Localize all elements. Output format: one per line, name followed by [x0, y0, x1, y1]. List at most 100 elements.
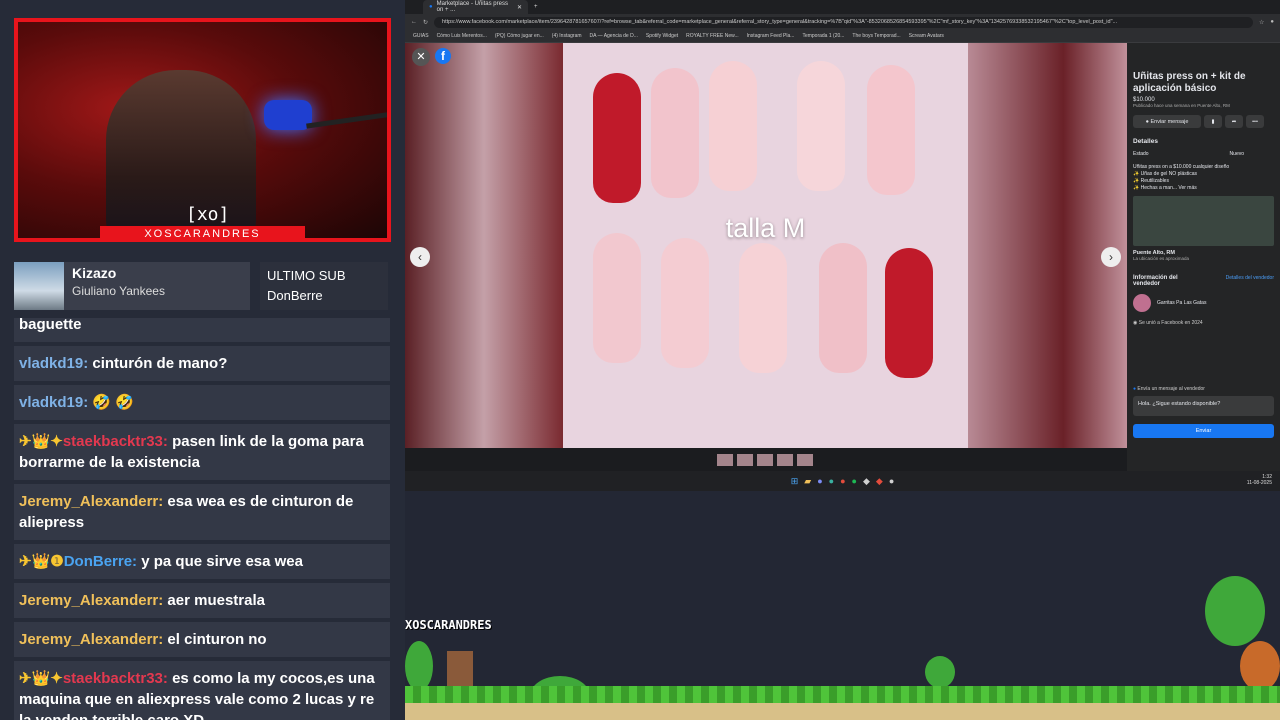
alert-thumbnail	[14, 262, 64, 310]
chat-text: baguette	[19, 318, 82, 333]
back-icon[interactable]: ←	[411, 19, 417, 25]
close-icon[interactable]: ✕	[517, 4, 522, 11]
seller-details-link[interactable]: Detalles del vendedor	[1226, 275, 1274, 287]
save-button[interactable]: ▮	[1204, 115, 1222, 128]
webcam-feed: [xo]	[14, 18, 391, 242]
taskbar: ⊞ ▰ ● ● ● ● ◆ ◆ ● 1:32 11-08-2025	[405, 471, 1280, 491]
nail	[819, 243, 867, 373]
discord-icon[interactable]: ●	[817, 476, 822, 486]
nail	[797, 61, 845, 191]
nail	[739, 243, 787, 373]
send-message-button[interactable]: ● Enviar mensaje	[1133, 115, 1201, 128]
previous-photo-button[interactable]: ‹	[410, 247, 430, 267]
thumbnail[interactable]	[757, 454, 773, 466]
photo-viewer: talla M ✕ f ‹ ›	[405, 43, 1127, 471]
address-bar[interactable]: https://www.facebook.com/marketplace/ite…	[434, 16, 1253, 28]
clock-date: 11-08-2025	[1246, 480, 1272, 486]
profile-icon[interactable]: ●	[1270, 19, 1274, 25]
chat-user: Jeremy_Alexanderr:	[19, 592, 164, 609]
bookmark[interactable]: The boys Temporad...	[852, 33, 900, 39]
reload-icon[interactable]: ↻	[423, 19, 428, 26]
listing-title: Uñitas press on + kit de aplicación bási…	[1133, 71, 1246, 94]
system-clock[interactable]: 1:32 11-08-2025	[1247, 474, 1272, 486]
seller-header: Información del vendedor Detalles del ve…	[1133, 275, 1274, 287]
seller-row[interactable]: Garritas Pa Las Gatas	[1133, 294, 1274, 312]
desc-line[interactable]: ✨ Hechas a man... Ver más	[1133, 185, 1274, 192]
bookmark[interactable]: Temporada 1 (20...	[802, 33, 844, 39]
tab-marketplace[interactable]: ● Marketplace - Uñitas press on + ... ✕	[423, 0, 528, 14]
message-input[interactable]: Hola. ¿Sigue estando disponible?	[1133, 396, 1274, 416]
chat-text: cinturón de mano?	[88, 355, 228, 372]
address-row: ← ↻ https://www.facebook.com/marketplace…	[405, 14, 1280, 30]
bookmark[interactable]: Instagram Feed Pla...	[747, 33, 795, 39]
listing-details-panel: Uñitas press on + kit de aplicación bási…	[1127, 43, 1280, 471]
chat-user: staekbacktr33:	[62, 670, 168, 687]
browser-window: ● Marketplace - Uñitas press on + ... ✕ + …	[405, 0, 1280, 491]
chat-message: Jeremy_Alexanderr: esa wea es de cinturo…	[14, 484, 390, 540]
chat-badges: ✈👑✦	[19, 433, 63, 450]
facebook-logo-icon[interactable]: f	[435, 48, 451, 64]
game-scene: XOSCARANDRES	[405, 491, 1280, 720]
obs-icon[interactable]: ●	[889, 476, 894, 486]
player-character	[447, 651, 473, 687]
app-icon[interactable]: ◆	[863, 476, 870, 487]
nail	[709, 61, 757, 191]
chat-message: Jeremy_Alexanderr: el cinturon no	[14, 622, 390, 657]
chat-text: el cinturon no	[163, 631, 267, 648]
seller-avatar[interactable]	[1133, 294, 1151, 312]
condition-value: Nuevo	[1229, 151, 1244, 157]
details-heading: Detalles	[1133, 138, 1158, 145]
bookmark[interactable]: Scream Avatars	[909, 33, 944, 39]
condition-label: Estado	[1133, 151, 1149, 157]
bush	[925, 656, 955, 688]
folder-icon[interactable]: ▰	[804, 476, 811, 487]
share-button[interactable]: ➦	[1225, 115, 1243, 128]
next-photo-button[interactable]: ›	[1101, 247, 1121, 267]
seller-joined: ◉ Se unió a Facebook en 2024	[1133, 320, 1274, 326]
thumbnail[interactable]	[797, 454, 813, 466]
app-icon[interactable]: ◆	[876, 476, 883, 487]
thumbnail[interactable]	[717, 454, 733, 466]
close-viewer-button[interactable]: ✕	[412, 48, 430, 66]
facebook-icon: ●	[429, 4, 433, 10]
nail	[867, 65, 915, 195]
chat-badges: ✈👑✦	[19, 670, 63, 687]
thumbnail[interactable]	[737, 454, 753, 466]
location-map[interactable]	[1133, 196, 1274, 246]
bookmarks-bar: GUIAS Cómo Luis Merentos... (PQ) Cómo ju…	[405, 30, 1280, 43]
desc-line: ✨ Uñas de gel NO plásticas	[1133, 171, 1198, 177]
bookmark[interactable]: Spotify Widget	[646, 33, 678, 39]
bookmark[interactable]: ROYALTY FREE New...	[686, 33, 739, 39]
edge-icon[interactable]: ●	[829, 476, 834, 486]
windows-icon[interactable]: ⊞	[791, 476, 799, 487]
bookmark[interactable]: (4) Instagram	[552, 33, 582, 39]
listing-photo: talla M	[563, 43, 968, 448]
seller-name[interactable]: Garritas Pa Las Gatas	[1157, 300, 1206, 306]
star-icon[interactable]: ☆	[1259, 19, 1264, 26]
chat-text: y pa que sirve esa wea	[137, 553, 303, 570]
alert-text: Kizazo Giuliano Yankees	[64, 262, 173, 310]
desc-line: Uñitas press on a $10.000 cualquier dise…	[1133, 164, 1230, 170]
alert-sub: Giuliano Yankees	[72, 284, 165, 298]
chat-message: ✈👑❶DonBerre: y pa que sirve esa wea	[14, 544, 390, 579]
chat-user: Jeremy_Alexanderr:	[19, 493, 164, 510]
send-button[interactable]: Enviar	[1133, 424, 1274, 438]
bookmark[interactable]: Cómo Luis Merentos...	[437, 33, 487, 39]
listing-posted: Publicado hace una semana en Puente Alto…	[1133, 103, 1230, 108]
desc-line: ✨ Reutilizables	[1133, 178, 1169, 184]
new-tab-icon[interactable]: +	[534, 4, 538, 10]
stream-overlay: [xo] XOSCARANDRES Kizazo Giuliano Yankee…	[0, 0, 1280, 720]
tab-bar: ● Marketplace - Uñitas press on + ... ✕ +	[405, 0, 1280, 14]
bookmark[interactable]: GUIAS	[413, 33, 429, 39]
bookmark[interactable]: (PQ) Cómo jugar en...	[495, 33, 544, 39]
tree	[1205, 576, 1265, 646]
spotify-icon[interactable]: ●	[852, 476, 857, 486]
chat-message: ✈👑✦staekbacktr33: es como la my cocos,es…	[14, 661, 390, 720]
more-button[interactable]: •••	[1246, 115, 1264, 128]
thumbnail[interactable]	[777, 454, 793, 466]
chat-message: ✈👑✦staekbacktr33: pasen link de la goma …	[14, 424, 390, 480]
last-sub-label: ULTIMO SUB	[267, 268, 346, 283]
bookmark[interactable]: DA — Agencia de D...	[590, 33, 638, 39]
chat-user: vladkd19:	[19, 355, 89, 372]
chrome-icon[interactable]: ●	[840, 476, 845, 486]
